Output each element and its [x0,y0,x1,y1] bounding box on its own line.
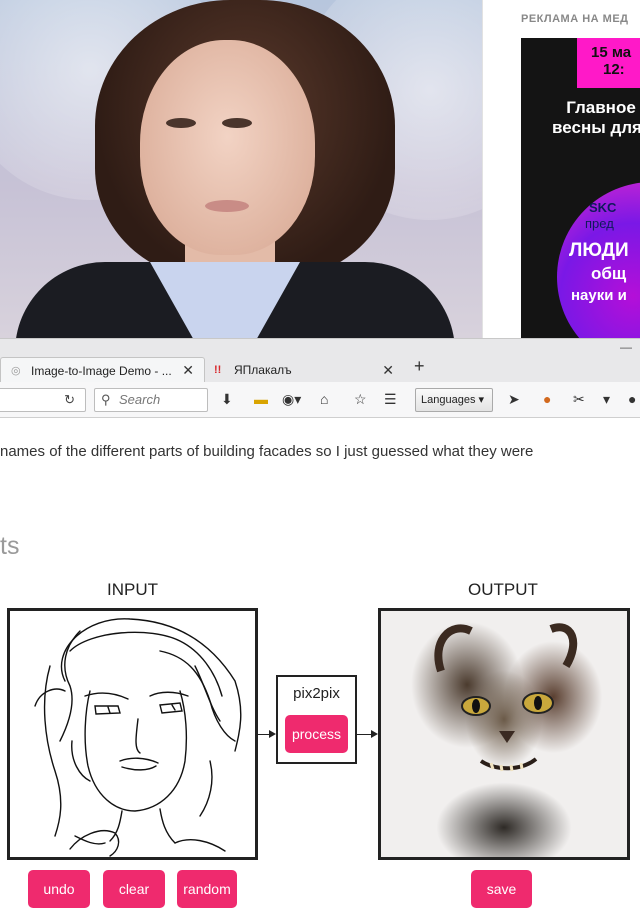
ad-banner[interactable]: 15 ма 12: Главное весны для SKC пред ЛЮД… [521,38,640,338]
output-details [434,623,578,772]
output-image [378,608,630,860]
ad-text-line: общ [591,264,627,283]
tab-image-to-image-demo[interactable]: ◎ Image-to-Image Demo - ... ✕ [0,357,205,383]
clear-button[interactable]: clear [103,870,165,908]
ad-label: РЕКЛАМА НА МЕД [521,13,629,25]
ad-date-line: 15 ма [591,44,632,61]
ad-headline-line: весны для [552,118,640,137]
ad-big-text: ЛЮДИ [569,240,629,261]
tab-yaplakal[interactable]: !! ЯПлакалъ ✕ [208,357,404,383]
screenshot-icon[interactable]: ✂ [573,391,585,407]
reader-list-icon[interactable]: ☰ [384,391,397,407]
ad-panel: РЕКЛАМА НА МЕД 15 ма 12: Главное весны д… [482,0,640,338]
arrowhead-icon [371,730,378,738]
reload-icon[interactable]: ↻ [64,392,75,408]
browser-toolbar: ↻ ⚲ Search ⬇ ▬ ◉▾ ⌂ ☆ ☰ Languages ▾ ➤ ● … [0,382,640,418]
undo-button[interactable]: undo [28,870,90,908]
section-heading: ts [0,532,20,560]
model-name: pix2pix [293,685,340,702]
browser-tab-bar: ◎ Image-to-Image Demo - ... ✕ !! ЯПлакал… [0,338,640,383]
new-tab-button[interactable]: + [414,356,425,377]
photo-eye [222,118,252,128]
bookmark-star-icon[interactable]: ☆ [354,391,367,407]
sketch-drawing [34,618,242,857]
ad-brand-sub: пред [585,216,614,231]
output-label: OUTPUT [468,580,538,599]
save-button[interactable]: save [471,870,532,908]
ad-date: 15 ма 12: [577,38,640,88]
process-button[interactable]: process [285,715,348,753]
home-icon[interactable]: ⌂ [320,391,328,407]
ad-headline-line: Главное [566,98,636,117]
ad-time-line: 12: [603,61,625,78]
random-button[interactable]: random [177,870,237,908]
yaplakal-icon: !! [214,364,222,376]
pix2pix-model-box: pix2pix process [276,675,357,764]
search-placeholder: Search [119,392,161,407]
photo-lips [205,200,249,212]
minimize-icon[interactable]: — [620,340,632,354]
languages-button[interactable]: Languages ▾ [415,388,493,412]
article-paragraph: names of the different parts of building… [0,443,534,460]
news-photo[interactable] [0,0,482,338]
photo-face [140,40,315,255]
account-icon[interactable]: ● [628,391,636,407]
close-icon[interactable]: ✕ [182,362,194,379]
close-icon[interactable]: ✕ [382,362,394,379]
ad-brand: SKC [589,200,617,215]
extension-icon[interactable]: ▬ [254,391,268,407]
tab-title: Image-to-Image Demo - ... [31,363,172,378]
input-drawing-canvas[interactable] [7,608,258,860]
search-icon: ⚲ [101,392,111,407]
globe-icon: ◎ [11,364,21,377]
download-icon[interactable]: ⬇ [221,391,233,407]
globe-menu-icon[interactable]: ◉▾ [282,391,301,407]
arrowhead-icon [269,730,276,738]
photo-eye [166,118,196,128]
ad-headline: Главное весны для [521,98,640,138]
ad-text-line: науки и [571,287,627,304]
overflow-menu-icon[interactable]: ▾ [603,391,610,407]
send-icon[interactable]: ➤ [508,391,520,407]
input-label: INPUT [107,580,158,599]
url-bar[interactable]: ↻ [0,388,86,412]
search-input[interactable]: ⚲ Search [94,388,208,412]
tab-title: ЯПлакалъ [234,363,292,377]
addon-icon[interactable]: ● [543,391,551,407]
